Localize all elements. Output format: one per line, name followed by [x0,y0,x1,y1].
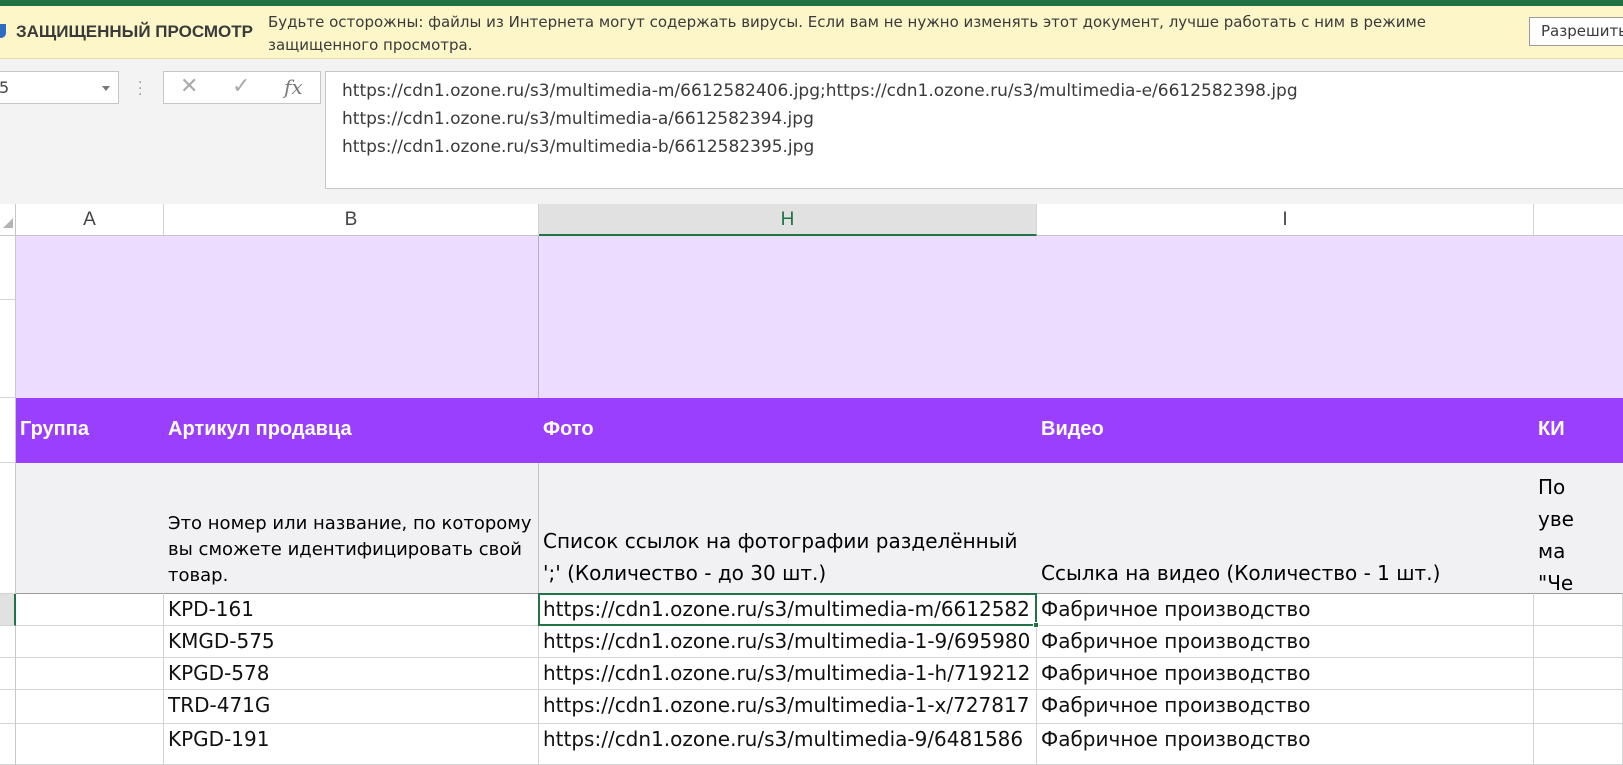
formula-buttons: ✕ ✓ fx [163,71,321,104]
shield-icon [0,24,6,38]
cell-seller-sku[interactable]: KPD-161 [164,594,539,626]
column-header-a[interactable]: A [16,204,164,236]
row-header[interactable] [0,690,16,724]
header-cell-video[interactable]: Видео [1037,398,1534,463]
cell-next[interactable] [1534,658,1623,690]
cell-next[interactable] [1534,690,1623,724]
description-text: По уве ма "Че [1538,475,1574,594]
row-header[interactable] [0,300,16,398]
cell-video[interactable]: Фабричное производство [1037,690,1534,724]
cell-video[interactable]: Фабричное производство [1037,658,1534,690]
protected-view-message: Будьте осторожны: файлы из Интернета мог… [268,13,1427,54]
header-cell-group[interactable]: Группа [16,398,164,463]
cell-a[interactable] [16,724,164,765]
column-header-next[interactable] [1534,204,1623,236]
description-text: Ссылка на видео (Количество - 1 шт.) [1041,561,1441,585]
cell-photo[interactable]: https://cdn1.ozone.ru/s3/multimedia-1-x/… [539,690,1037,724]
cell-a[interactable] [16,594,164,626]
cell-photo[interactable]: https://cdn1.ozone.ru/s3/multimedia-1-9/… [539,626,1037,658]
select-all-corner[interactable] [0,204,16,236]
select-all-icon [3,218,13,228]
cell-video[interactable]: Фабричное производство [1037,724,1534,765]
cell-photo[interactable]: https://cdn1.ozone.ru/s3/multimedia-9/64… [539,724,1037,765]
formula-bar-area: 5 · · · ✕ ✓ fx https://cdn1.ozone.ru/s3/mu… [0,59,1623,204]
enter-icon[interactable]: ✓ [232,74,250,99]
description-cell-photo[interactable]: Список ссылок на фотографии разделённый … [538,463,1037,594]
row-header[interactable] [0,398,16,463]
enable-editing-button[interactable]: Разрешить редактирование [1529,17,1623,46]
insert-function-icon[interactable]: fx [284,75,303,99]
chevron-down-icon[interactable] [102,86,110,91]
description-cell-seller-sku[interactable]: Это номер или название, по которому вы с… [164,463,539,594]
cell-seller-sku[interactable]: KMGD-575 [164,626,539,658]
description-text: Это номер или название, по которому вы с… [168,513,532,586]
protected-view-title: ЗАЩИЩЕННЫЙ ПРОСМОТР [16,22,253,41]
header-cell-next[interactable]: КИ [1534,398,1623,463]
row-header[interactable] [0,658,16,690]
description-cell-next[interactable]: По уве ма "Че [1534,463,1623,594]
row-header[interactable] [0,724,16,765]
column-header-h[interactable]: H [539,204,1037,236]
column-header-i[interactable]: I [1037,204,1534,236]
cell-photo[interactable]: https://cdn1.ozone.ru/s3/multimedia-m/66… [539,594,1037,626]
cell-video[interactable]: Фабричное производство [1037,626,1534,658]
header-cell-seller-sku[interactable]: Артикул продавца [164,398,539,463]
cell-a[interactable] [16,658,164,690]
row-header[interactable] [0,236,16,300]
cell-seller-sku[interactable]: TRD-471G [164,690,539,724]
header-cell-photo[interactable]: Фото [539,398,1037,463]
more-options-icon[interactable]: · · · [138,76,142,102]
cell-a[interactable] [16,690,164,724]
cell-next[interactable] [1534,724,1623,765]
cell-video[interactable]: Фабричное производство [1037,594,1534,626]
row-header[interactable] [0,626,16,658]
row-header-selected[interactable] [0,594,16,626]
cell-next[interactable] [1534,626,1623,658]
protected-view-bar: ЗАЩИЩЕННЫЙ ПРОСМОТР Будьте осторожны: фа… [0,6,1623,59]
formula-input[interactable]: https://cdn1.ozone.ru/s3/multimedia-m/66… [325,71,1623,189]
description-cell-video[interactable]: Ссылка на видео (Количество - 1 шт.) [1037,463,1534,594]
banner-cell[interactable] [16,236,539,398]
column-header-b[interactable]: B [164,204,539,236]
cell-photo[interactable]: https://cdn1.ozone.ru/s3/multimedia-1-h/… [539,658,1037,690]
description-cell-group[interactable] [16,463,164,594]
cancel-icon[interactable]: ✕ [180,74,198,99]
description-text: Список ссылок на фотографии разделённый … [543,529,1018,585]
cell-a[interactable] [16,626,164,658]
cell-seller-sku[interactable]: KPGD-191 [164,724,539,765]
cell-seller-sku[interactable]: KPGD-578 [164,658,539,690]
banner-cell[interactable] [538,236,1623,398]
row-header[interactable] [0,463,16,594]
cell-next[interactable] [1534,594,1623,626]
